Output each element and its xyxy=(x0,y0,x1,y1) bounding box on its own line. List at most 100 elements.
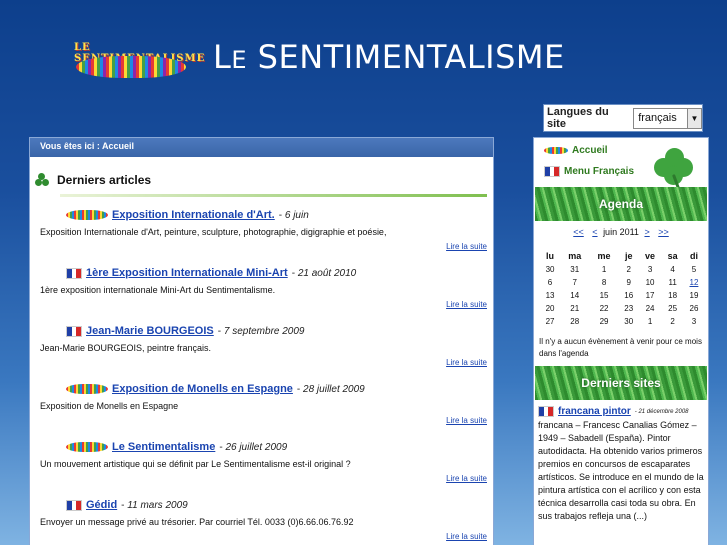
article-title-link[interactable]: Le Sentimentalisme xyxy=(112,441,215,453)
breadcrumb: Vous êtes ici : Accueil xyxy=(30,138,493,157)
calendar-day: 16 xyxy=(624,291,634,300)
chevron-down-icon[interactable]: ▼ xyxy=(687,108,701,128)
logo-icon xyxy=(66,442,108,452)
calendar-day: 28 xyxy=(570,317,580,326)
prev-month-link[interactable]: < xyxy=(592,227,597,237)
read-more-link[interactable]: Lire la suite xyxy=(40,242,487,251)
site-item-header: francana pintor - 21 décembre 2008 xyxy=(538,406,689,417)
calendar-day-header: ve xyxy=(645,251,656,261)
site-description: francana – Francesc Canalias Gómez – 194… xyxy=(538,420,704,521)
article-title-link[interactable]: Gédid xyxy=(86,499,117,511)
logo-icon xyxy=(66,384,108,394)
calendar-day: 15 xyxy=(599,291,609,300)
sidebar-item-label: Accueil xyxy=(572,145,608,156)
calendar-day: 3 xyxy=(647,265,653,274)
section-divider xyxy=(60,194,487,197)
article-title-link[interactable]: Exposition de Monells en Espagne xyxy=(112,383,293,395)
sidebar-item-menu-francais[interactable]: Menu Français xyxy=(544,166,634,177)
read-more-link[interactable]: Lire la suite xyxy=(40,358,487,367)
calendar-note: Il n'y a aucun évènement à venir pour ce… xyxy=(539,337,702,358)
article-title-link[interactable]: Jean-Marie BOURGEOIS xyxy=(86,325,214,337)
calendar-day: 10 xyxy=(645,278,655,287)
calendar-day: 21 xyxy=(570,304,580,313)
article-date: 11 mars 2009 xyxy=(127,499,188,511)
calendar-day-header: lu xyxy=(546,251,555,261)
calendar-week-row: 30 31 1 2 3 4 5 xyxy=(540,263,704,276)
calendar-day: 8 xyxy=(601,278,607,287)
calendar-day: 22 xyxy=(599,304,609,313)
clover-icon xyxy=(654,148,694,192)
article-item: Exposition Internationale d'Art. - 6 jui… xyxy=(40,209,487,251)
calendar-day: 25 xyxy=(668,304,678,313)
clover-icon xyxy=(35,173,49,187)
article-item: Le Sentimentalisme - 26 juillet 2009 Un … xyxy=(40,441,487,483)
read-more-link[interactable]: Lire la suite xyxy=(40,532,487,541)
calendar-day: 13 xyxy=(545,291,555,300)
next-month-link[interactable]: > xyxy=(644,227,649,237)
calendar-day[interactable]: 12 xyxy=(684,276,704,289)
article-description: Jean-Marie BOURGEOIS, peintre français. xyxy=(40,343,212,353)
calendar-day: 1 xyxy=(647,317,653,326)
article-item: Gédid - 11 mars 2009 Envoyer un message … xyxy=(40,499,487,541)
calendar-week-row: 13 14 15 16 17 18 19 xyxy=(540,289,704,302)
calendar-day-header: je xyxy=(624,251,633,261)
french-flag-icon xyxy=(538,406,554,417)
language-label: Langues du site xyxy=(547,106,609,130)
read-more-link[interactable]: Lire la suite xyxy=(40,474,487,483)
article-description: Envoyer un message privé au trésorier. P… xyxy=(40,517,354,527)
next-year-link[interactable]: >> xyxy=(658,227,669,237)
calendar-day-header: me xyxy=(597,251,611,261)
calendar-month: juin 2011 xyxy=(603,227,639,237)
article-description: 1ère exposition internationale Mini-Art … xyxy=(40,285,276,295)
language-selector-box: Langues du site français ▼ xyxy=(543,104,703,132)
calendar-nav: << < juin 2011 > >> xyxy=(534,227,708,237)
article-description: Un mouvement artistique qui se définit p… xyxy=(40,459,351,469)
logo-graphic xyxy=(76,56,186,78)
sidebar-item-label: Menu Français xyxy=(564,166,635,177)
read-more-link[interactable]: Lire la suite xyxy=(40,416,487,425)
article-item: 1ère Exposition Internationale Mini-Art … xyxy=(40,267,487,309)
calendar-day: 4 xyxy=(670,265,675,274)
calendar-day: 18 xyxy=(668,291,678,300)
calendar-week-row: 6 7 8 9 10 11 12 xyxy=(540,276,704,289)
site-date: 21 décembre 2008 xyxy=(638,408,689,415)
calendar-day: 9 xyxy=(626,278,631,287)
article-description: Exposition de Monells en Espagne xyxy=(40,401,179,411)
calendar-day: 2 xyxy=(626,265,631,274)
prev-year-link[interactable]: << xyxy=(573,227,584,237)
site-logo[interactable]: LE SENTIMENTALISME xyxy=(68,40,204,82)
calendar-day-header: ma xyxy=(568,251,582,261)
article-date: 28 juillet 2009 xyxy=(303,383,365,395)
article-title-link[interactable]: 1ère Exposition Internationale Mini-Art xyxy=(86,267,288,279)
calendar-day: 7 xyxy=(572,278,577,287)
calendar-day-header: sa xyxy=(667,251,678,261)
calendar-day: 3 xyxy=(691,317,697,326)
calendar-day-header: di xyxy=(689,251,698,261)
calendar-week-row: 20 21 22 23 24 25 26 xyxy=(540,302,704,315)
language-select[interactable]: français ▼ xyxy=(633,107,702,129)
calendar-day: 1 xyxy=(601,265,607,274)
main-panel: Vous êtes ici : Accueil Derniers article… xyxy=(29,137,494,545)
calendar-day: 20 xyxy=(545,304,555,313)
section-header: Derniers articles xyxy=(35,173,151,187)
french-flag-icon xyxy=(66,499,82,511)
calendar-table: lu ma me je ve sa di 30 31 1 2 3 4 5 6 7 8 9 10 11 12 13 14 15… xyxy=(540,249,704,328)
french-flag-icon xyxy=(66,267,82,279)
calendar-day: 30 xyxy=(624,317,634,326)
read-more-link[interactable]: Lire la suite xyxy=(40,300,487,309)
calendar-day: 26 xyxy=(689,304,699,313)
calendar-day: 23 xyxy=(624,304,634,313)
french-flag-icon xyxy=(544,166,560,177)
article-title-link[interactable]: Exposition Internationale d'Art. xyxy=(112,209,275,221)
sidebar: Accueil Menu Français Agenda << < juin 2… xyxy=(533,137,709,545)
calendar-day: 2 xyxy=(670,317,675,326)
calendar-day: 17 xyxy=(645,291,655,300)
article-date: 26 juillet 2009 xyxy=(225,441,288,453)
article-item: Exposition de Monells en Espagne - 28 ju… xyxy=(40,383,487,425)
calendar-day: 30 xyxy=(545,265,555,274)
calendar-day: 14 xyxy=(570,291,580,300)
calendar-day: 31 xyxy=(570,265,580,274)
calendar-day: 6 xyxy=(547,278,553,287)
site-title-link[interactable]: francana pintor xyxy=(558,406,631,417)
sidebar-item-accueil[interactable]: Accueil xyxy=(544,145,608,156)
